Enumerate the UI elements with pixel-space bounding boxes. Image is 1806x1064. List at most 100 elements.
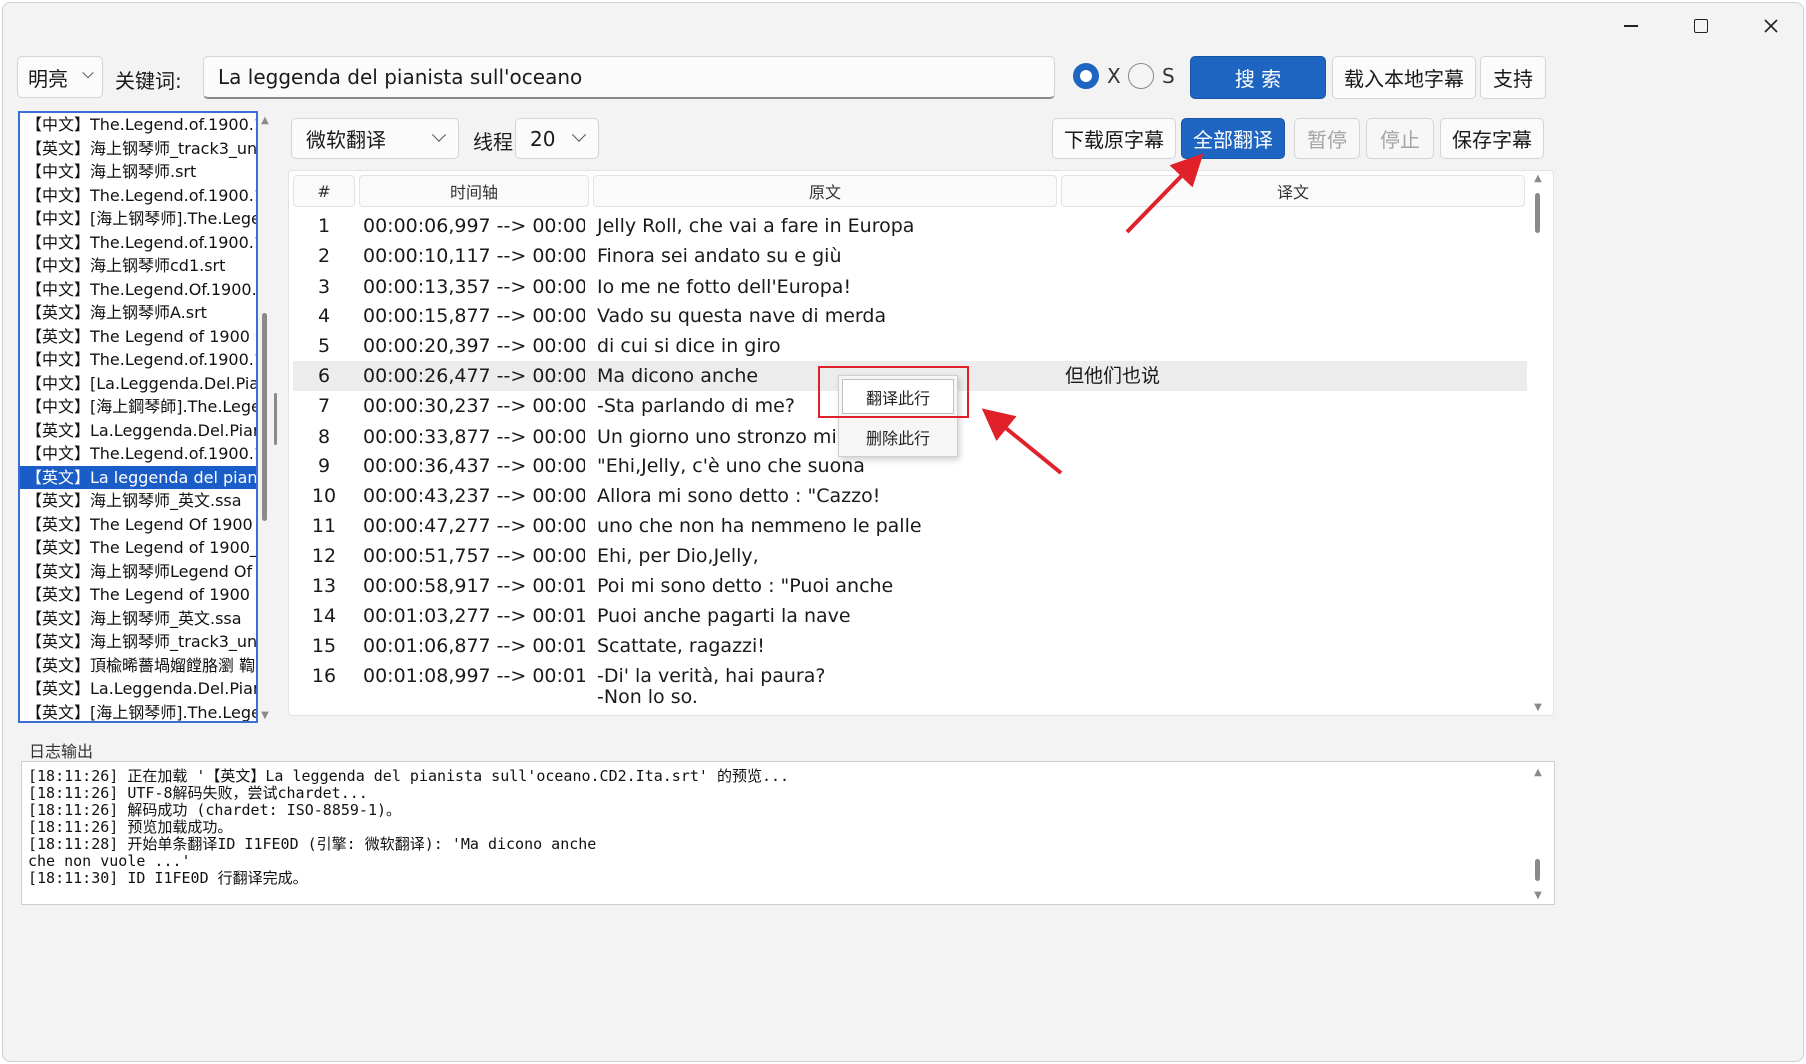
scroll-up-icon[interactable]: ▲ [1532,173,1544,184]
file-list-item[interactable]: 【中文】The.Legend.of.1900.1998 [20,113,256,137]
file-list-item[interactable]: 【英文】海上钢琴师_track3_und. [20,137,256,161]
file-list-item[interactable]: 【英文】La leggenda del pianista [20,465,256,489]
file-list-scrollbar[interactable]: ▲ ▼ [259,113,271,723]
keyword-input[interactable]: La leggenda del pianista sull'oceano [203,56,1055,99]
file-list-item[interactable]: 【英文】The Legend Of 1900 [1 [20,513,256,537]
radio-s-label: S [1162,64,1175,88]
scroll-down-icon[interactable]: ▼ [1532,890,1544,901]
cell-time: 00:01:06,877 --> 00:01:08,837 [363,635,585,657]
file-list-item[interactable]: 【中文】[海上鋼琴師].The.Legend [20,395,256,419]
file-list-item[interactable]: 【中文】海上钢琴师cd1.srt [20,254,256,278]
radio-x-label: X [1107,64,1121,88]
file-list-item[interactable]: 【英文】La.Leggenda.Del.Pianista [20,419,256,443]
table-row[interactable]: 11 00:00:47,277 --> 00:00:51,597 uno che n… [293,511,1527,541]
file-list-item[interactable]: 【英文】La.Leggenda.Del.Pianista [20,677,256,701]
theme-select-value: 明亮 [28,66,68,91]
header-time[interactable]: 时间轴 [359,175,589,207]
file-list-item[interactable]: 【英文】[海上钢琴师].The.Legend [20,701,256,722]
table-row[interactable]: 12 00:00:51,757 --> 00:00:56,397 Ehi, per … [293,541,1527,571]
close-button[interactable] [1736,3,1803,49]
table-row[interactable]: 3 00:00:13,357 --> 00:00:15,717 Io me ne f… [293,272,1527,302]
radio-s[interactable]: S [1128,63,1175,89]
cell-original: Poi mi sono detto : "Puoi anche [597,575,894,597]
file-list-item[interactable]: 【中文】The.Legend.of.1900.1998 [20,231,256,255]
table-row[interactable]: 5 00:00:20,397 --> 00:00:23,597 di cui si … [293,331,1527,361]
file-list-item[interactable]: 【英文】The Legend of 1900 海上 [20,325,256,349]
file-list-item[interactable]: 【英文】頂楡晞薔堝媹饄胳瀏 鞫鬷 [20,654,256,678]
table-row[interactable]: 15 00:01:06,877 --> 00:01:08,837 Scattate,… [293,631,1527,661]
cell-num: 6 [317,365,331,387]
file-list-item[interactable]: 【英文】海上钢琴师Legend Of 1 [20,560,256,584]
file-list-item[interactable]: 【中文】The.Legend.of.1900.1998 [20,442,256,466]
cell-time: 00:00:43,237 --> 00:00:47,117 [363,485,585,507]
header-translation[interactable]: 译文 [1061,175,1525,207]
maximize-icon [1694,19,1708,33]
table-row[interactable]: 10 00:00:43,237 --> 00:00:47,117 Allora mi… [293,481,1527,511]
cell-translation [1061,451,1521,481]
table-row[interactable]: 13 00:00:58,917 --> 00:01:03,117 Poi mi so… [293,571,1527,601]
file-list-item[interactable]: 【英文】海上钢琴师A.srt [20,301,256,325]
app-window: 明亮 关键词: La leggenda del pianista sull'oc… [2,2,1804,1062]
load-local-subtitle-button[interactable]: 载入本地字幕 [1332,56,1476,99]
cell-num: 9 [317,455,331,477]
scroll-thumb[interactable] [1535,193,1540,233]
scroll-down-icon[interactable]: ▼ [259,710,271,721]
theme-select[interactable]: 明亮 [17,56,103,98]
log-output[interactable]: [18:11:26] 正在加载 '【英文】La leggenda del pia… [21,761,1555,905]
log-line: [18:11:30] ID I1FE0D 行翻译完成。 [28,869,308,887]
cell-translation: 但他们也说 [1065,365,1161,387]
radio-unselected-icon [1128,63,1154,89]
save-subtitle-button[interactable]: 保存字幕 [1440,118,1544,159]
cell-num: 15 [311,635,337,657]
translate-all-button[interactable]: 全部翻译 [1181,118,1285,159]
file-list-item[interactable]: 【中文】[La.Leggenda.Del.Pianista [20,372,256,396]
engine-select[interactable]: 微软翻译 [291,118,459,159]
pane-splitter[interactable] [274,393,277,445]
cell-translation [1061,422,1521,452]
table-row[interactable]: 1 00:00:06,997 --> 00:00:09,917 Jelly Roll… [293,211,1527,241]
pause-button[interactable]: 暂停 [1294,118,1360,159]
file-list-item[interactable]: 【中文】The.Legend.Of.1900.1998 [20,278,256,302]
file-list-item[interactable]: 【英文】The Legend of 1900 (1 [20,583,256,607]
table-row[interactable]: 14 00:01:03,277 --> 00:01:06,717 Puoi anch… [293,601,1527,631]
file-list-item[interactable]: 【英文】海上钢琴师_英文.ssa [20,607,256,631]
file-list-item[interactable]: 【中文】[海上钢琴师].The.Legend [20,207,256,231]
radio-selected-icon [1073,63,1099,89]
file-list-item[interactable]: 【英文】海上钢琴师_track3_und. [20,630,256,654]
scroll-up-icon[interactable]: ▲ [259,115,271,126]
menu-item-delete-row[interactable]: 删除此行 [839,417,957,456]
threads-select[interactable]: 20 [515,118,599,159]
subtitle-file-list[interactable]: 【中文】The.Legend.of.1900.1998【英文】海上钢琴师_tra… [18,111,258,723]
file-list-item[interactable]: 【中文】海上钢琴师.srt [20,160,256,184]
cell-translation [1061,631,1521,661]
scroll-thumb[interactable] [262,313,267,521]
log-line: [18:11:26] 解码成功 (chardet: ISO-8859-1)。 [28,801,402,819]
cell-translation [1061,571,1521,601]
file-list-item[interactable]: 【英文】海上钢琴师_英文.ssa [20,489,256,513]
radio-x[interactable]: X [1073,63,1121,89]
scroll-down-icon[interactable]: ▼ [1532,702,1544,713]
download-original-button[interactable]: 下载原字幕 [1052,118,1176,159]
file-list-item[interactable]: 【英文】The Legend of 1900_1998 [20,536,256,560]
cell-translation [1061,241,1521,271]
table-scrollbar[interactable]: ▲ ▼ [1532,171,1544,715]
minimize-button[interactable] [1596,3,1666,49]
maximize-button[interactable] [1666,3,1736,49]
table-row[interactable]: 2 00:00:10,117 --> 00:00:13,189 Finora sei… [293,241,1527,271]
file-list-item[interactable]: 【中文】The.Legend.of.1900.1998 [20,348,256,372]
stop-button[interactable]: 停止 [1366,118,1434,159]
support-button[interactable]: 支持 [1480,56,1546,99]
cell-original: Io me ne fotto dell'Europa! [597,276,852,298]
file-list-item[interactable]: 【中文】The.Legend.of.1900.1998 [20,184,256,208]
header-num[interactable]: # [293,175,355,207]
log-line: [18:11:26] 预览加载成功。 [28,818,233,836]
scroll-thumb[interactable] [1535,859,1540,881]
cell-original-line2: -Non lo so. [597,686,698,708]
cell-time: 00:00:36,437 --> 00:00:42,277 [363,455,585,477]
scroll-up-icon[interactable]: ▲ [1532,767,1544,778]
log-scrollbar[interactable]: ▲ ▼ [1532,763,1544,903]
cell-time: 00:00:33,877 --> 00:00:36,277 [363,426,585,448]
table-row[interactable]: 4 00:00:15,877 --> 00:00:20,237 Vado su qu… [293,301,1527,331]
search-button[interactable]: 搜 索 [1190,56,1326,99]
header-original[interactable]: 原文 [593,175,1057,207]
